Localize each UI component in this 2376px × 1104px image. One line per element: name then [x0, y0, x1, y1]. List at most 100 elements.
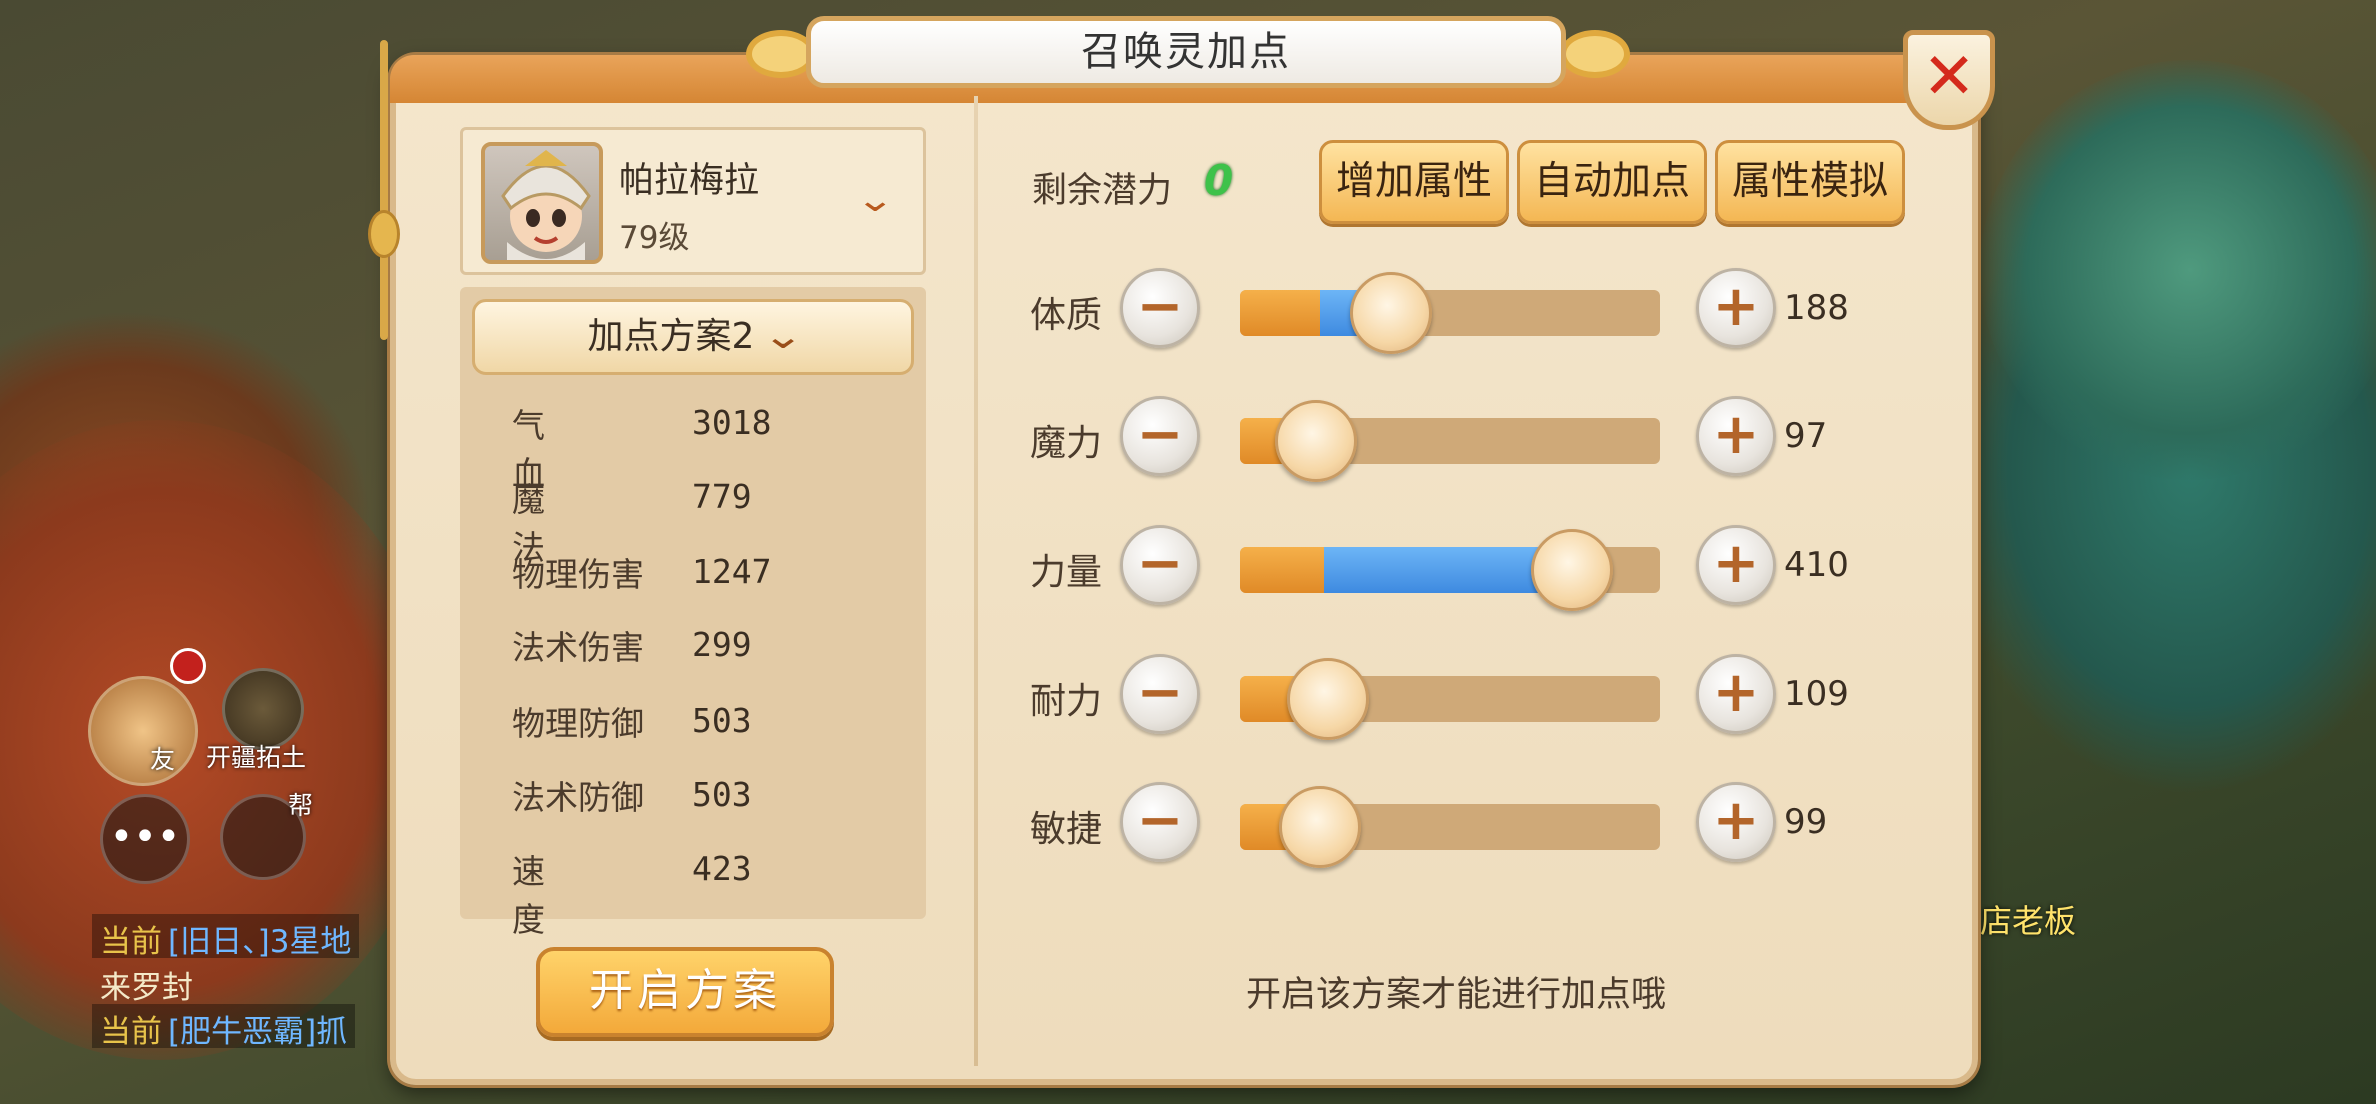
stat-value: 503 [692, 775, 752, 814]
stat-value: 503 [692, 701, 752, 740]
tassel-knot [368, 210, 400, 258]
pet-avatar [481, 142, 603, 264]
stat-row: 物理防御 503 [512, 691, 912, 751]
pet-name: 帕拉梅拉 [619, 161, 760, 201]
decrease-button[interactable]: − [1120, 396, 1200, 476]
stat-value: 779 [692, 477, 752, 516]
attribute-row: 敏捷 − +99 [1030, 778, 1880, 868]
decrease-button[interactable]: − [1120, 782, 1200, 862]
chat-line-2[interactable]: 当前 [肥牛恶霸]抓 [92, 1004, 356, 1050]
decrease-button[interactable]: − [1120, 268, 1200, 348]
stat-row: 法术防御 503 [512, 765, 912, 825]
plus-icon: + [1712, 402, 1760, 467]
close-x-icon: ✕ [1922, 40, 1976, 114]
attribute-value: 97 [1784, 416, 1828, 456]
chevron-down-icon: ⌄ [762, 316, 805, 357]
chat-message: [肥牛恶霸]抓 [168, 1014, 348, 1050]
pet-selector[interactable]: 帕拉梅拉 79级 ⌄ [460, 127, 926, 275]
pet-portrait-icon [501, 150, 591, 260]
increase-button[interactable]: + [1696, 268, 1776, 348]
chat-message: [旧日、]3星地 [168, 924, 352, 960]
attribute-simulate-button[interactable]: 属性模拟 [1715, 140, 1905, 224]
stat-row: 速度 423 [512, 839, 912, 939]
stat-row: 气血 3018 [512, 393, 912, 493]
stat-label: 速度 [512, 852, 601, 939]
attribute-name: 力量 [1030, 552, 1103, 593]
tassel-rod [380, 40, 388, 340]
decrease-button[interactable]: − [1120, 654, 1200, 734]
stat-value: 3018 [692, 403, 772, 442]
attribute-value: 99 [1784, 802, 1828, 842]
stat-row: 法术伤害 299 [512, 615, 912, 675]
add-attribute-button[interactable]: 增加属性 [1319, 140, 1509, 224]
chevron-down-icon[interactable]: ⌄ [855, 180, 895, 220]
chat-bubble-icon[interactable]: ••• [100, 794, 190, 884]
attribute-value: 188 [1784, 288, 1849, 328]
attribute-row: 耐力 − +109 [1030, 650, 1880, 740]
increase-button[interactable]: + [1696, 654, 1776, 734]
attribute-slider[interactable] [1240, 658, 1660, 740]
stat-label: 法术伤害 [512, 628, 644, 667]
minus-icon: − [1136, 274, 1184, 339]
attribute-value: 410 [1784, 545, 1849, 585]
friend-avatar-button[interactable] [88, 676, 198, 786]
attribute-slider[interactable] [1240, 529, 1660, 611]
attribute-row: 魔力 − +97 [1030, 392, 1880, 482]
attribute-name: 体质 [1030, 295, 1103, 336]
slider-handle[interactable] [1350, 272, 1433, 354]
minus-icon: − [1136, 788, 1184, 853]
help-label: 帮 [288, 791, 314, 820]
attribute-slider[interactable] [1240, 272, 1660, 354]
pet-info-column: 帕拉梅拉 79级 ⌄ 加点方案2 ⌄ 气血 3018 魔法 779 物理伤害 1247 法术伤… [460, 127, 928, 939]
attribute-slider[interactable] [1240, 786, 1660, 868]
slider-handle[interactable] [1274, 400, 1357, 482]
attribute-name: 耐力 [1030, 681, 1103, 722]
background-pavilion-roof [1980, 60, 2376, 480]
stat-row: 魔法 779 [512, 467, 912, 567]
pet-stats-panel: 加点方案2 ⌄ 气血 3018 魔法 779 物理伤害 1247 法术伤害 299 物理防御 503… [460, 287, 926, 939]
attribute-slider[interactable] [1240, 400, 1660, 482]
friend-label: 友 [150, 745, 176, 774]
slider-handle[interactable] [1530, 529, 1613, 611]
slider-handle[interactable] [1278, 786, 1361, 868]
stat-label: 物理伤害 [512, 555, 644, 594]
stat-label: 物理防御 [512, 704, 644, 743]
increase-button[interactable]: + [1696, 525, 1776, 605]
chat-message-tail: 来罗封 [100, 970, 193, 1006]
enable-plan-button[interactable]: 开启方案 [536, 947, 834, 1037]
plan-dropdown[interactable]: 加点方案2 ⌄ [472, 299, 914, 375]
npc-name-label: 店老板 [1980, 902, 2077, 940]
plus-icon: + [1712, 274, 1760, 339]
attribute-row: 力量 − +410 [1030, 521, 1880, 611]
chat-channel-tag: 当前 [100, 924, 162, 960]
chat-line-1-continued: 来罗封 [92, 960, 201, 1006]
tassel-ornament-icon [366, 40, 402, 340]
explore-territory-label: 开疆拓土 [206, 743, 307, 772]
minus-icon: − [1136, 531, 1184, 596]
dialog-title: 召唤灵加点 [806, 16, 1566, 88]
plus-icon: + [1712, 788, 1760, 853]
stat-value: 1247 [692, 552, 772, 591]
attribute-name: 魔力 [1030, 423, 1103, 464]
minus-icon: − [1136, 402, 1184, 467]
plan-dropdown-label: 加点方案2 [587, 316, 755, 357]
increase-button[interactable]: + [1696, 396, 1776, 476]
stat-label: 法术防御 [512, 778, 644, 817]
enable-plan-hint: 开启该方案才能进行加点哦 [1246, 975, 1667, 1015]
increase-button[interactable]: + [1696, 782, 1776, 862]
stat-row: 物理伤害 1247 [512, 542, 912, 602]
pet-level: 79级 [619, 220, 690, 256]
column-divider [974, 96, 978, 1066]
close-button[interactable]: ✕ [1903, 30, 1995, 130]
stat-value: 299 [692, 625, 752, 664]
slider-handle[interactable] [1287, 658, 1370, 740]
stat-value: 423 [692, 849, 752, 888]
plus-icon: + [1712, 531, 1760, 596]
remaining-potential-value: 0 [1204, 156, 1234, 205]
plus-icon: + [1712, 660, 1760, 725]
chat-line-1[interactable]: 当前 [旧日、]3星地 [92, 914, 360, 960]
notification-dot-icon [170, 648, 206, 684]
decrease-button[interactable]: − [1120, 525, 1200, 605]
auto-allocate-button[interactable]: 自动加点 [1517, 140, 1707, 224]
attribute-value: 109 [1784, 674, 1849, 714]
